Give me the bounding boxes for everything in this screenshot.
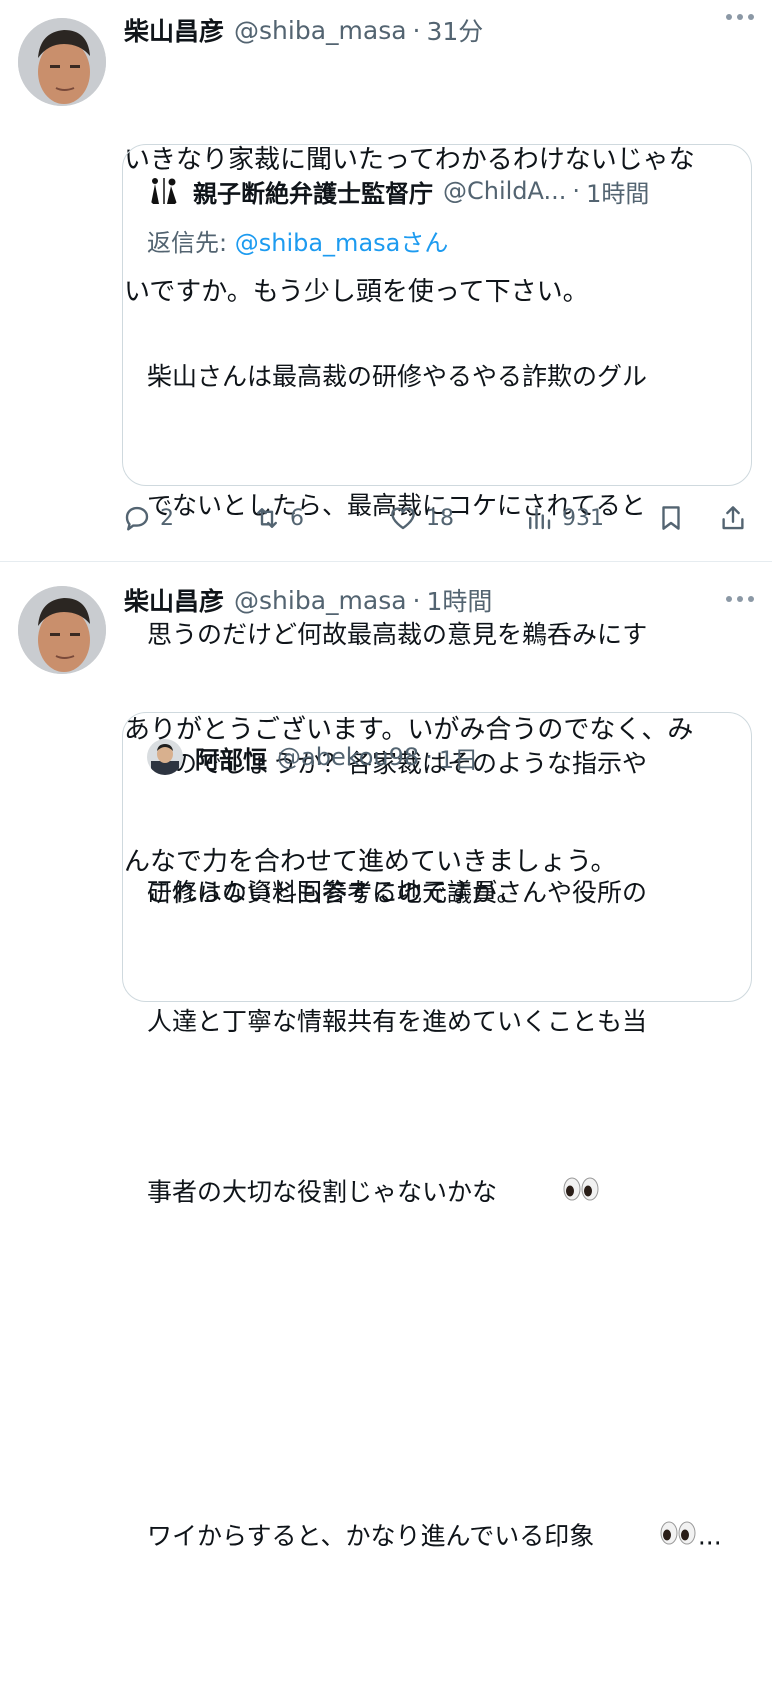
quote-header: 親子断絶弁護士監督庁 @ChildA... · 1時間 [147,173,649,209]
like-button[interactable]: 18 [388,498,454,538]
bookmark-button[interactable] [656,498,686,538]
avatar[interactable] [18,586,106,674]
retweet-button[interactable]: 6 [252,498,304,538]
tweet-2[interactable]: 柴山昌彦 @shiba_masa · 1時間 ありがとうございます。いがみ合うの… [0,576,772,1551]
ellipsis: ... [697,1521,722,1551]
eyes-emoji-icon [497,1129,601,1258]
retweet-icon [257,508,277,528]
quote-text-line: 柴山さんは最高裁の研修やるやる詐欺のグル [147,362,648,391]
more-icon[interactable] [726,596,754,602]
views-button[interactable]: 931 [524,498,604,538]
quote-text-span: 事者の大切な役割じゃないかな [147,1177,498,1207]
quote-display-name: 阿部恒 [195,745,267,774]
retweet-count: 6 [290,505,304,531]
reply-to-label: 返信先: [147,229,228,257]
display-name[interactable]: 柴山昌彦 [124,582,224,618]
views-icon [529,508,551,530]
quote-display-name: 親子断絶弁護士監督庁 [193,179,433,208]
timestamp[interactable]: 31分 [427,12,484,48]
reply-button[interactable]: 2 [122,498,174,538]
quote-text-line: ワイからすると、かなり進んでいる印象 ... [147,1473,727,1602]
quote-text: これらの資料も参考に地元議員さんや役所の 人達と丁寧な情報共有を進めていくことも… [147,785,727,1688]
quote-text-line [147,1344,727,1387]
quote-timestamp: 1時間 [586,179,650,208]
separator-dot: · [425,743,433,771]
tweet-header: 柴山昌彦 @shiba_masa · 31分 [124,10,483,50]
eyes-emoji-icon [594,1473,698,1602]
separator-dot: · [572,177,581,205]
user-handle[interactable]: @shiba_masa [234,586,407,615]
quote-timestamp: 1日 [438,745,479,774]
quoted-tweet[interactable]: 親子断絶弁護士監督庁 @ChildA... · 1時間 返信先: @shiba_… [122,144,752,907]
avatar[interactable] [18,18,106,106]
quote-text-line: これらの資料も参考に地元議員さんや役所の [147,878,648,907]
display-name[interactable]: 柴山昌彦 [124,12,224,48]
quote-text-line: 人達と丁寧な情報共有を進めていくことも当 [147,1007,648,1036]
reply-mention[interactable]: @shiba_masa [235,229,401,257]
reply-count: 2 [160,505,174,531]
separator-dot: · [412,15,421,45]
share-icon [722,506,744,530]
quote-user-handle: @ChildA... [443,177,567,205]
reply-suffix: さん [400,229,449,257]
more-icon[interactable] [726,14,754,20]
quote-text-span: ワイからすると、かなり進んでいる印象 [147,1521,595,1551]
like-icon [391,507,415,530]
quote-header: 阿部恒 @abekou98 · 1日 [147,739,478,775]
tweet-header: 柴山昌彦 @shiba_masa · 1時間 [124,580,492,620]
bookmark-icon [662,506,680,530]
reply-to-line: 返信先: @shiba_masaさん [147,223,448,258]
views-count: 931 [562,505,604,531]
like-count: 18 [426,505,454,531]
quote-user-handle: @abekou98 [277,743,420,771]
user-handle[interactable]: @shiba_masa [234,16,407,45]
quote-avatar [147,739,183,775]
tweet-divider [0,561,772,562]
quote-avatar [147,174,181,208]
action-bar: 2 6 18 931 [122,498,754,538]
separator-dot: · [412,585,421,615]
share-button[interactable] [718,498,748,538]
timestamp[interactable]: 1時間 [427,582,493,618]
quoted-tweet[interactable]: 阿部恒 @abekou98 · 1日 これらの資料も参考に地元議員さんや役所の … [122,712,752,1551]
quote-text-line: 事者の大切な役割じゃないかな [147,1129,727,1258]
tweet-1[interactable]: 柴山昌彦 @shiba_masa · 31分 いきなり家裁に聞いたってわかるわけ… [0,0,772,907]
reply-icon [125,506,149,531]
